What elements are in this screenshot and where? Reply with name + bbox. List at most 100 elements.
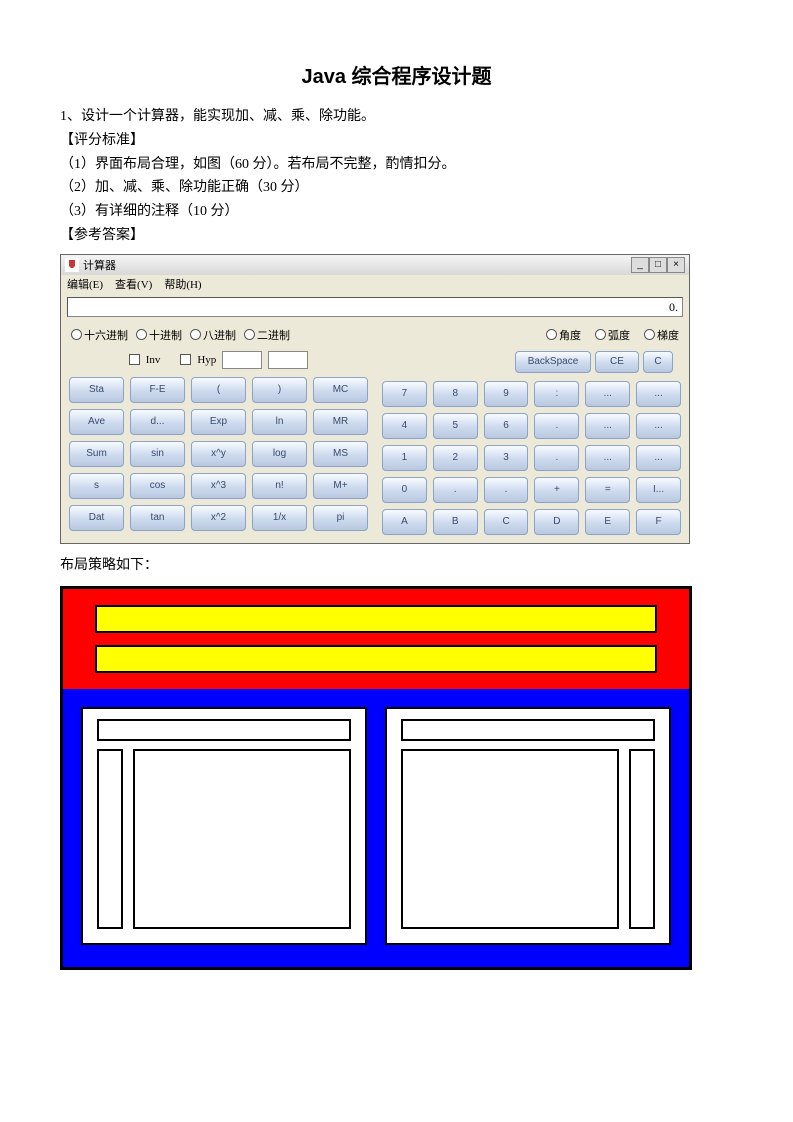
calc-button-left-3[interactable]: ) bbox=[252, 377, 307, 403]
layout-caption: 布局策略如下： bbox=[60, 554, 733, 578]
calc-button-left-1[interactable]: F-E bbox=[130, 377, 185, 403]
calc-button-right-4[interactable]: ... bbox=[585, 381, 630, 407]
calc-button-left-8[interactable]: ln bbox=[252, 409, 307, 435]
java-icon bbox=[65, 258, 79, 272]
calc-button-left-23[interactable]: 1/x bbox=[252, 505, 307, 531]
calc-button-left-7[interactable]: Exp bbox=[191, 409, 246, 435]
calc-button-right-17[interactable]: ... bbox=[636, 445, 681, 471]
left-button-grid: StaF-E()MC Aved...ExplnMR Sumsinx^ylogMS sc… bbox=[69, 377, 368, 531]
window-titlebar: 计算器 _ □ × bbox=[61, 255, 689, 275]
calc-button-left-18[interactable]: n! bbox=[252, 473, 307, 499]
calc-button-right-1[interactable]: 8 bbox=[433, 381, 478, 407]
calc-button-left-14[interactable]: MS bbox=[313, 441, 368, 467]
layout-sub-right bbox=[385, 707, 671, 945]
minimize-button[interactable]: _ bbox=[631, 257, 649, 273]
input-box-1[interactable] bbox=[222, 351, 262, 369]
calc-button-right-9[interactable]: . bbox=[534, 413, 579, 439]
calc-button-right-16[interactable]: ... bbox=[585, 445, 630, 471]
calc-button-right-0[interactable]: 7 bbox=[382, 381, 427, 407]
radio-deg[interactable]: 角度 bbox=[546, 327, 581, 343]
layout-sub-left-side bbox=[97, 749, 123, 929]
ce-button[interactable]: CE bbox=[595, 351, 639, 373]
calc-button-left-22[interactable]: x^2 bbox=[191, 505, 246, 531]
radio-hex[interactable]: 十六进制 bbox=[71, 327, 128, 343]
layout-sub-right-bar bbox=[401, 719, 655, 741]
calc-button-right-5[interactable]: ... bbox=[636, 381, 681, 407]
calc-button-right-7[interactable]: 5 bbox=[433, 413, 478, 439]
calc-button-right-11[interactable]: ... bbox=[636, 413, 681, 439]
calc-button-left-4[interactable]: MC bbox=[313, 377, 368, 403]
calc-button-left-9[interactable]: MR bbox=[313, 409, 368, 435]
menu-view[interactable]: 查看(V) bbox=[115, 276, 152, 292]
layout-top-bar-2 bbox=[95, 645, 657, 673]
calc-button-right-19[interactable]: . bbox=[433, 477, 478, 503]
calc-button-left-15[interactable]: s bbox=[69, 473, 124, 499]
maximize-button[interactable]: □ bbox=[649, 257, 667, 273]
base-radio-row: 十六进制 十进制 八进制 二进制 bbox=[69, 325, 368, 349]
calc-button-left-24[interactable]: pi bbox=[313, 505, 368, 531]
checkbox-hyp[interactable] bbox=[180, 354, 191, 365]
window-title: 计算器 bbox=[83, 257, 116, 273]
menu-help[interactable]: 帮助(H) bbox=[164, 276, 201, 292]
calc-button-left-10[interactable]: Sum bbox=[69, 441, 124, 467]
layout-top-region bbox=[63, 589, 689, 689]
calc-button-left-11[interactable]: sin bbox=[130, 441, 185, 467]
checkbox-inv[interactable] bbox=[129, 354, 140, 365]
layout-sub-left-main bbox=[133, 749, 351, 929]
calc-button-left-2[interactable]: ( bbox=[191, 377, 246, 403]
angle-radio-row: 角度 弧度 梯度 bbox=[382, 325, 681, 349]
calc-button-left-5[interactable]: Ave bbox=[69, 409, 124, 435]
layout-sub-left-bar bbox=[97, 719, 351, 741]
calc-button-right-28[interactable]: E bbox=[585, 509, 630, 535]
radio-grad[interactable]: 梯度 bbox=[644, 327, 679, 343]
calc-button-right-3[interactable]: : bbox=[534, 381, 579, 407]
calc-button-right-29[interactable]: F bbox=[636, 509, 681, 535]
grading-item-2: （2）加、减、乘、除功能正确（30 分） bbox=[60, 176, 733, 200]
calc-button-left-19[interactable]: M+ bbox=[313, 473, 368, 499]
calc-button-right-23[interactable]: I... bbox=[636, 477, 681, 503]
radio-dec[interactable]: 十进制 bbox=[136, 327, 182, 343]
calc-button-right-2[interactable]: 9 bbox=[484, 381, 529, 407]
calc-button-left-20[interactable]: Dat bbox=[69, 505, 124, 531]
layout-top-bar-1 bbox=[95, 605, 657, 633]
calc-button-left-13[interactable]: log bbox=[252, 441, 307, 467]
page-title: Java 综合程序设计题 bbox=[60, 60, 733, 89]
radio-oct[interactable]: 八进制 bbox=[190, 327, 236, 343]
backspace-button[interactable]: BackSpace bbox=[515, 351, 591, 373]
right-panel: 角度 弧度 梯度 BackSpace CE C 789:......456...… bbox=[382, 325, 681, 535]
calc-button-right-22[interactable]: = bbox=[585, 477, 630, 503]
calc-button-left-21[interactable]: tan bbox=[130, 505, 185, 531]
label-inv: Inv bbox=[146, 354, 161, 366]
calc-button-left-12[interactable]: x^y bbox=[191, 441, 246, 467]
calc-button-right-18[interactable]: 0 bbox=[382, 477, 427, 503]
calc-button-right-12[interactable]: 1 bbox=[382, 445, 427, 471]
right-button-grid: 789:......456.......123.......0..+=I...A… bbox=[382, 381, 681, 535]
radio-bin[interactable]: 二进制 bbox=[244, 327, 290, 343]
c-button[interactable]: C bbox=[643, 351, 673, 373]
calc-button-left-16[interactable]: cos bbox=[130, 473, 185, 499]
answer-heading: 【参考答案】 bbox=[60, 224, 733, 248]
close-button[interactable]: × bbox=[667, 257, 685, 273]
question-1: 1、设计一个计算器，能实现加、减、乘、除功能。 bbox=[60, 105, 733, 129]
menu-bar: 编辑(E) 查看(V) 帮助(H) bbox=[61, 275, 689, 293]
calc-button-right-25[interactable]: B bbox=[433, 509, 478, 535]
calc-button-left-6[interactable]: d... bbox=[130, 409, 185, 435]
calc-button-right-6[interactable]: 4 bbox=[382, 413, 427, 439]
calc-button-right-24[interactable]: A bbox=[382, 509, 427, 535]
calc-button-right-8[interactable]: 6 bbox=[484, 413, 529, 439]
calc-button-right-14[interactable]: 3 bbox=[484, 445, 529, 471]
input-box-2[interactable] bbox=[268, 351, 308, 369]
calc-button-right-15[interactable]: . bbox=[534, 445, 579, 471]
calc-button-right-10[interactable]: ... bbox=[585, 413, 630, 439]
menu-edit[interactable]: 编辑(E) bbox=[67, 276, 103, 292]
calc-button-left-0[interactable]: Sta bbox=[69, 377, 124, 403]
left-panel: 十六进制 十进制 八进制 二进制 Inv Hyp StaF-E()MCAved.… bbox=[69, 325, 368, 535]
calc-button-left-17[interactable]: x^3 bbox=[191, 473, 246, 499]
radio-rad[interactable]: 弧度 bbox=[595, 327, 630, 343]
calc-button-right-21[interactable]: + bbox=[534, 477, 579, 503]
calc-button-right-20[interactable]: . bbox=[484, 477, 529, 503]
calc-button-right-27[interactable]: D bbox=[534, 509, 579, 535]
calculator-window: 计算器 _ □ × 编辑(E) 查看(V) 帮助(H) 0. 十六进制 十进制 … bbox=[60, 254, 690, 544]
calc-button-right-26[interactable]: C bbox=[484, 509, 529, 535]
calc-button-right-13[interactable]: 2 bbox=[433, 445, 478, 471]
